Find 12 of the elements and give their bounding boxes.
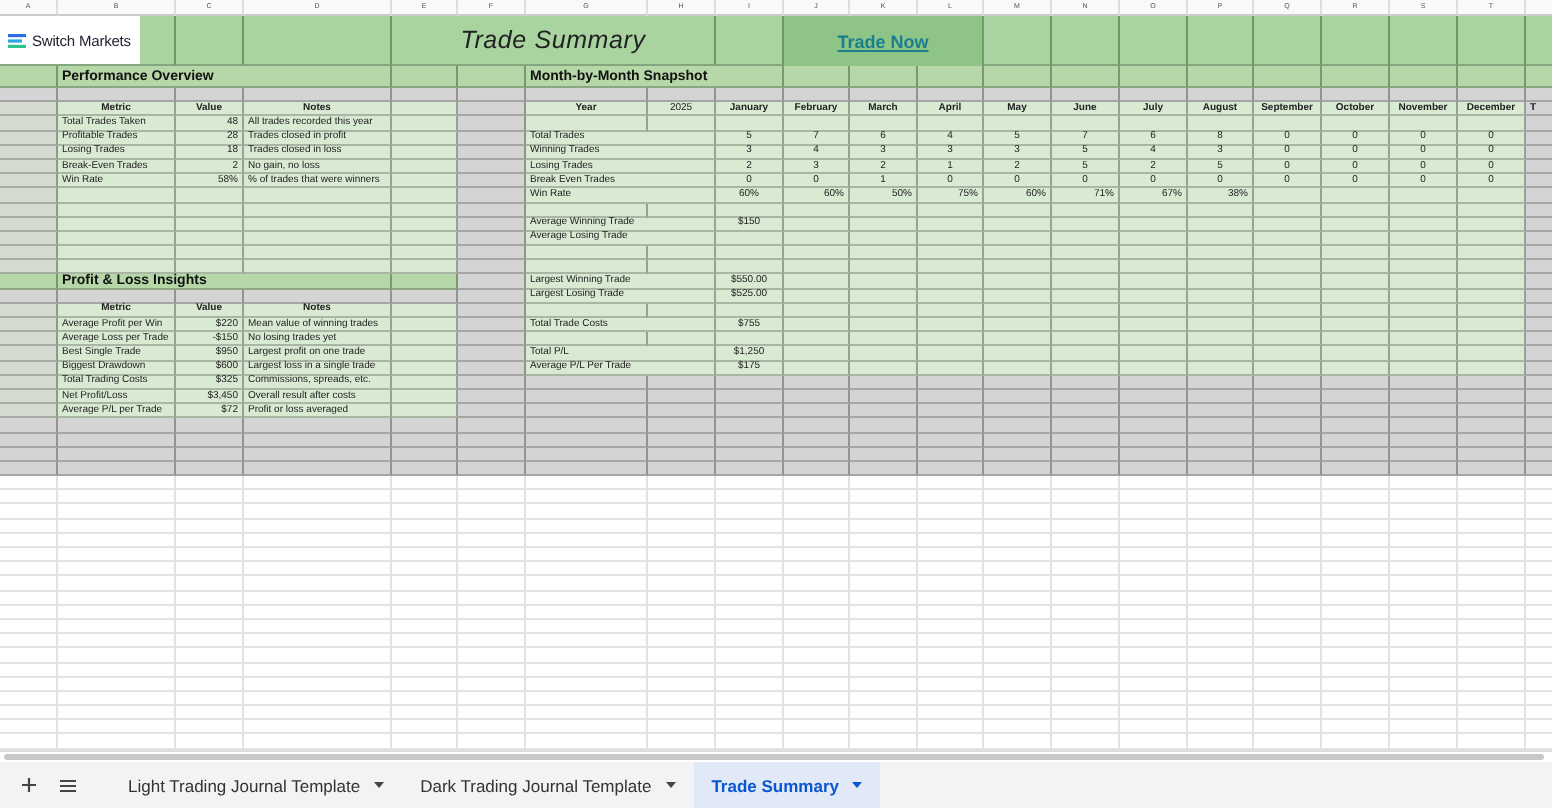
horizontal-scrollbar[interactable]: [4, 754, 1544, 760]
logo-icon: [8, 33, 26, 47]
sheet-tab[interactable]: Trade Summary: [693, 762, 881, 808]
caret-icon: [374, 782, 385, 788]
menu-icon: [60, 779, 76, 791]
sheet-title: Trade Summary: [392, 16, 716, 66]
caret-icon: [852, 782, 863, 788]
sheet-tab[interactable]: Light Trading Journal Template: [110, 762, 403, 808]
sheet-tab[interactable]: Dark Trading Journal Template: [402, 762, 694, 808]
caret-icon: [665, 782, 676, 788]
plus-icon: [22, 778, 36, 792]
add-sheet-button[interactable]: [16, 772, 42, 798]
